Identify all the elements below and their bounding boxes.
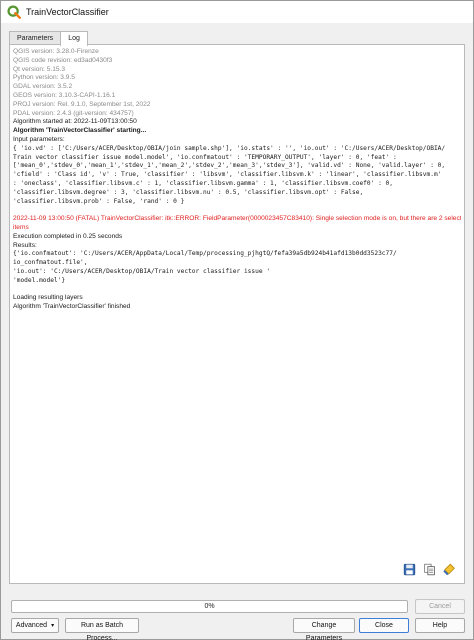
log-toolbar xyxy=(403,563,456,576)
log-text-area[interactable]: QGIS version: 3.28.0-Firenze QGIS code r… xyxy=(13,48,461,555)
log-result-line: {'io.confmatout': 'C:/Users/ACER/AppData… xyxy=(13,250,397,258)
cancel-button[interactable]: Cancel xyxy=(415,599,465,614)
log-result-line: 'model.model'} xyxy=(13,276,66,284)
log-info-line: PROJ version: Rel. 9.1.0, September 1st,… xyxy=(13,100,151,108)
advanced-button[interactable]: Advanced ▾ xyxy=(11,618,59,633)
log-info-line: GDAL version: 3.5.2 xyxy=(13,83,73,91)
log-info-line: QGIS code revision: ed3ad0430f3 xyxy=(13,56,113,64)
advanced-button-label: Advanced xyxy=(15,622,48,629)
log-param-line: 'classifier.libsvm.degree' : 3, 'classif… xyxy=(13,188,364,196)
log-param-line: { 'io.vd' : ['C:/Users/ACER/Desktop/OBIA… xyxy=(13,144,446,152)
copy-log-icon[interactable] xyxy=(423,563,436,576)
log-loading-line: Loading resulting layers xyxy=(13,294,83,302)
title-bar: TrainVectorClassifier xyxy=(1,1,473,23)
log-finished-line: Algorithm 'TrainVectorClassifier' finish… xyxy=(13,303,131,311)
log-error-line: items xyxy=(13,223,29,231)
log-panel: QGIS version: 3.28.0-Firenze QGIS code r… xyxy=(9,44,465,584)
log-starting-line: Algorithm 'TrainVectorClassifier' starti… xyxy=(13,127,147,135)
qgis-logo-icon xyxy=(7,5,21,19)
log-param-line: 'classifier.libsvm.prob' : False, 'rand'… xyxy=(13,197,185,205)
tab-log[interactable]: Log xyxy=(60,31,88,46)
log-param-line: 'cfield' : 'Class id', 'v' : True, 'clas… xyxy=(13,171,442,179)
log-completed-line: Execution completed in 0.25 seconds xyxy=(13,232,123,240)
log-info-line: Qt version: 5.15.3 xyxy=(13,65,66,73)
window-title: TrainVectorClassifier xyxy=(26,7,109,17)
log-info-line: GEOS version: 3.10.3-CAPI-1.16.1 xyxy=(13,91,116,99)
clear-log-icon[interactable] xyxy=(443,563,456,576)
log-result-line: io_confmatout.file', xyxy=(13,259,88,267)
log-results-header: Results: xyxy=(13,241,37,249)
log-param-line: : 'oneclass', 'classifier.libsvm.c' : 1,… xyxy=(13,179,393,187)
log-info-line: Python version: 3.9.5 xyxy=(13,74,75,82)
log-info-line: PDAL version: 2.4.3 (git-version: 434757… xyxy=(13,109,134,117)
run-batch-button[interactable]: Run as Batch Process... xyxy=(65,618,139,640)
chevron-down-icon: ▾ xyxy=(51,623,55,629)
log-param-line: Train vector classifier issue model.mode… xyxy=(13,153,397,161)
log-spacer xyxy=(13,286,461,295)
log-error-line: 2022-11-09 13:00:50 (FATAL) TrainVectorC… xyxy=(13,215,461,223)
log-result-line: 'io.out': 'C:/Users/ACER/Desktop/OBIA/Tr… xyxy=(13,267,271,275)
log-info-line: QGIS version: 3.28.0-Firenze xyxy=(13,48,99,55)
save-log-icon[interactable] xyxy=(403,563,416,576)
tab-parameters[interactable]: Parameters xyxy=(9,31,62,45)
log-input-header: Input parameters: xyxy=(13,135,65,143)
log-started-line: Algorithm started at: 2022-11-09T13:00:5… xyxy=(13,118,137,126)
close-button[interactable]: Close xyxy=(359,618,409,633)
progress-label: 0% xyxy=(204,603,215,610)
log-param-line: ['mean_0','stdev_0','mean_1','stdev_1','… xyxy=(13,162,446,170)
help-button[interactable]: Help xyxy=(415,618,465,633)
change-parameters-button[interactable]: Change Parameters xyxy=(293,618,355,640)
tab-bar: Parameters Log xyxy=(9,31,88,46)
log-spacer xyxy=(13,206,461,215)
progress-bar: 0% xyxy=(11,600,408,613)
